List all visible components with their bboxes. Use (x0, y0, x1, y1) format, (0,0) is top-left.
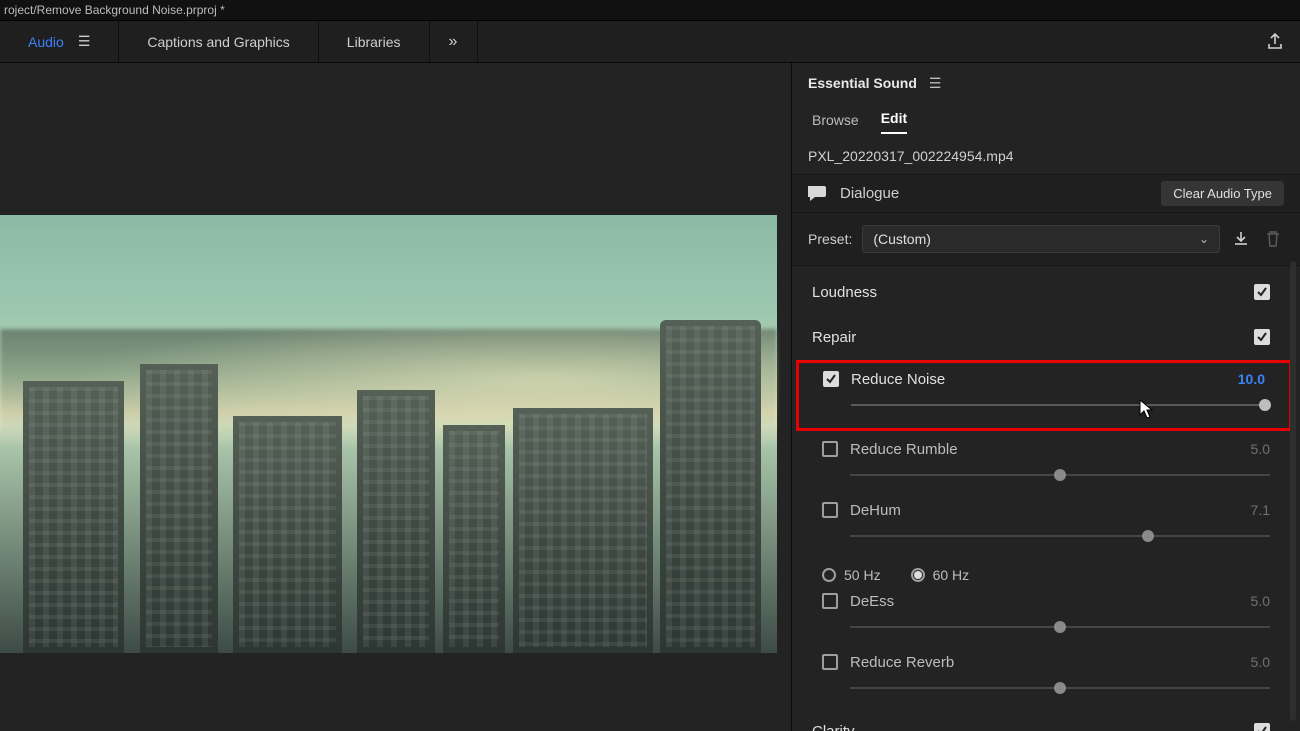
dehum-label: DeHum (850, 502, 1239, 519)
title-bar: roject/Remove Background Noise.prproj * (0, 0, 1300, 20)
radio-label: 50 Hz (844, 567, 881, 583)
param-reduce-noise: Reduce Noise 10.0 (796, 360, 1292, 431)
deess-label: DeEss (850, 593, 1239, 610)
slider-thumb[interactable] (1259, 399, 1271, 411)
loudness-toggle[interactable] (1254, 284, 1270, 300)
preset-value: (Custom) (873, 231, 931, 247)
preset-label: Preset: (808, 231, 852, 247)
chevron-down-icon: ⌄ (1199, 232, 1209, 246)
param-dehum: DeHum 7.1 (792, 496, 1300, 557)
reduce-noise-slider[interactable] (851, 398, 1265, 412)
deess-checkbox[interactable] (822, 593, 838, 609)
dialogue-icon (806, 184, 828, 202)
check-icon (825, 373, 837, 385)
deess-value[interactable]: 5.0 (1251, 593, 1270, 609)
radio-label: 60 Hz (933, 567, 970, 583)
section-repair[interactable]: Repair (792, 315, 1300, 360)
check-icon (1256, 725, 1268, 731)
check-icon (1256, 331, 1268, 343)
workspace-overflow[interactable]: » (430, 21, 478, 62)
slider-thumb[interactable] (1054, 621, 1066, 633)
workspace-label: Audio (28, 34, 64, 50)
video-preview[interactable] (0, 215, 777, 653)
panel-menu-icon[interactable]: ☰ (929, 75, 942, 92)
reduce-reverb-label: Reduce Reverb (850, 654, 1239, 671)
slider-thumb[interactable] (1142, 530, 1154, 542)
delete-preset-button (1262, 228, 1284, 250)
audio-type-label: Dialogue (840, 185, 899, 202)
dehum-50hz-radio[interactable]: 50 Hz (822, 567, 881, 583)
section-title: Loudness (812, 284, 877, 301)
hamburger-icon[interactable]: ☰ (78, 33, 91, 50)
reduce-reverb-slider[interactable] (850, 681, 1270, 695)
clear-audio-type-button[interactable]: Clear Audio Type (1161, 181, 1284, 206)
reduce-rumble-slider[interactable] (850, 468, 1270, 482)
essential-sound-panel: Essential Sound ☰ Browse Edit PXL_202203… (792, 63, 1300, 731)
reduce-reverb-checkbox[interactable] (822, 654, 838, 670)
workspace-captions[interactable]: Captions and Graphics (119, 21, 318, 62)
param-reduce-rumble: Reduce Rumble 5.0 (792, 435, 1300, 496)
dehum-60hz-radio[interactable]: 60 Hz (911, 567, 970, 583)
trash-icon (1265, 230, 1281, 248)
param-reduce-reverb: Reduce Reverb 5.0 (792, 648, 1300, 709)
project-title: roject/Remove Background Noise.prproj * (4, 3, 225, 17)
section-clarity[interactable]: Clarity (792, 709, 1300, 731)
workspace-libraries[interactable]: Libraries (319, 21, 430, 62)
program-monitor (0, 63, 792, 731)
slider-thumb[interactable] (1054, 469, 1066, 481)
dehum-checkbox[interactable] (822, 502, 838, 518)
dehum-value[interactable]: 7.1 (1251, 502, 1270, 518)
param-deess: DeEss 5.0 (792, 587, 1300, 648)
save-preset-button[interactable] (1230, 228, 1252, 250)
clarity-toggle[interactable] (1254, 723, 1270, 731)
dehum-slider[interactable] (850, 529, 1270, 543)
reduce-reverb-value[interactable]: 5.0 (1251, 654, 1270, 670)
section-title: Clarity (812, 723, 855, 731)
reduce-rumble-label: Reduce Rumble (850, 441, 1239, 458)
reduce-noise-label: Reduce Noise (851, 371, 1226, 388)
share-button[interactable] (1250, 21, 1300, 62)
workspace-audio[interactable]: Audio ☰ (0, 21, 119, 62)
section-title: Repair (812, 329, 856, 346)
deess-slider[interactable] (850, 620, 1270, 634)
chevron-double-right-icon: » (449, 33, 458, 51)
preset-select[interactable]: (Custom) ⌄ (862, 225, 1220, 253)
reduce-rumble-checkbox[interactable] (822, 441, 838, 457)
slider-thumb[interactable] (1054, 682, 1066, 694)
reduce-noise-value[interactable]: 10.0 (1238, 371, 1265, 387)
workspace-label: Libraries (347, 34, 401, 50)
tab-browse[interactable]: Browse (812, 112, 859, 134)
clip-name: PXL_20220317_002224954.mp4 (792, 134, 1300, 174)
reduce-noise-checkbox[interactable] (823, 371, 839, 387)
workspace-bar: Audio ☰ Captions and Graphics Libraries … (0, 20, 1300, 63)
scrollbar[interactable] (1290, 261, 1296, 721)
repair-toggle[interactable] (1254, 329, 1270, 345)
share-icon (1265, 32, 1285, 52)
check-icon (1256, 286, 1268, 298)
workspace-label: Captions and Graphics (147, 34, 289, 50)
panel-title: Essential Sound (808, 75, 917, 91)
section-loudness[interactable]: Loudness (792, 270, 1300, 315)
tab-edit[interactable]: Edit (881, 110, 907, 134)
download-icon (1232, 230, 1250, 248)
reduce-rumble-value[interactable]: 5.0 (1251, 441, 1270, 457)
